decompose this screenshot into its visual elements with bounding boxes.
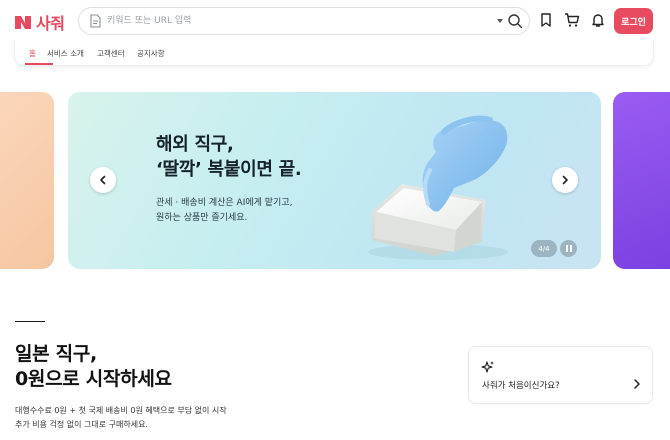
chevron-left-icon: [100, 175, 106, 185]
chevron-right-icon: [562, 175, 568, 185]
header: 사줘 로그인: [0, 0, 670, 40]
tab-home[interactable]: 홈: [29, 48, 36, 59]
login-button[interactable]: 로그인: [614, 8, 653, 34]
pause-bar: [565, 245, 568, 252]
carousel-next-button[interactable]: [552, 167, 578, 193]
section-divider: [15, 321, 45, 322]
slide-counter: 4/4: [531, 240, 557, 257]
logo[interactable]: 사줘: [14, 10, 65, 34]
previous-slide-peek[interactable]: [0, 92, 54, 269]
section-heading: 일본 직구, 0원으로 시작하세요: [15, 343, 172, 390]
tab-service-intro[interactable]: 서비스 소개: [47, 48, 84, 59]
search-bar[interactable]: [78, 7, 530, 35]
pointing-hand-illustration: [368, 115, 508, 260]
active-tab-indicator: [25, 63, 53, 65]
carousel-prev-button[interactable]: [90, 167, 116, 193]
document-icon: [90, 14, 101, 28]
search-icon[interactable]: [507, 13, 523, 29]
tab-customer-center[interactable]: 고객센터: [97, 48, 125, 59]
section-description: 대행수수료 0원 + 첫 국제 배송비 0원 혜택으로 부담 없이 시작 추가 …: [15, 406, 227, 429]
banner-slide[interactable]: 해외 직구, ‘딸깍’ 복붙이면 끝. 관세 · 배송비 계산은 AI에게 맡기…: [68, 92, 601, 269]
pause-bar: [569, 245, 572, 252]
logo-mark-icon: [15, 16, 31, 29]
bookmark-icon[interactable]: [538, 12, 554, 28]
bell-icon[interactable]: [590, 12, 606, 28]
banner-description: 관세 · 배송비 계산은 AI에게 맡기고, 원하는 상품만 즐기세요.: [156, 198, 293, 223]
banner-title: 해외 직구, ‘딸깍’ 복붙이면 끝.: [156, 134, 302, 180]
chevron-right-icon: [634, 379, 640, 389]
next-slide-peek[interactable]: [613, 92, 670, 269]
logo-text: 사줘: [36, 14, 65, 33]
cart-icon[interactable]: [564, 12, 580, 28]
nav-tabs: 홈 서비스 소개 고객센터 공지사항: [14, 40, 654, 66]
pause-icon[interactable]: [560, 240, 577, 257]
first-time-help-card[interactable]: 사줘가 처음이신가요?: [468, 346, 653, 404]
chevron-down-icon[interactable]: [497, 19, 503, 23]
search-input[interactable]: [107, 12, 487, 30]
help-card-text: 사줘가 처음이신가요?: [482, 381, 560, 391]
banner-carousel: 해외 직구, ‘딸깍’ 복붙이면 끝. 관세 · 배송비 계산은 AI에게 맡기…: [0, 92, 670, 270]
sparkle-icon: [481, 361, 494, 373]
tab-notices[interactable]: 공지사항: [137, 48, 165, 59]
